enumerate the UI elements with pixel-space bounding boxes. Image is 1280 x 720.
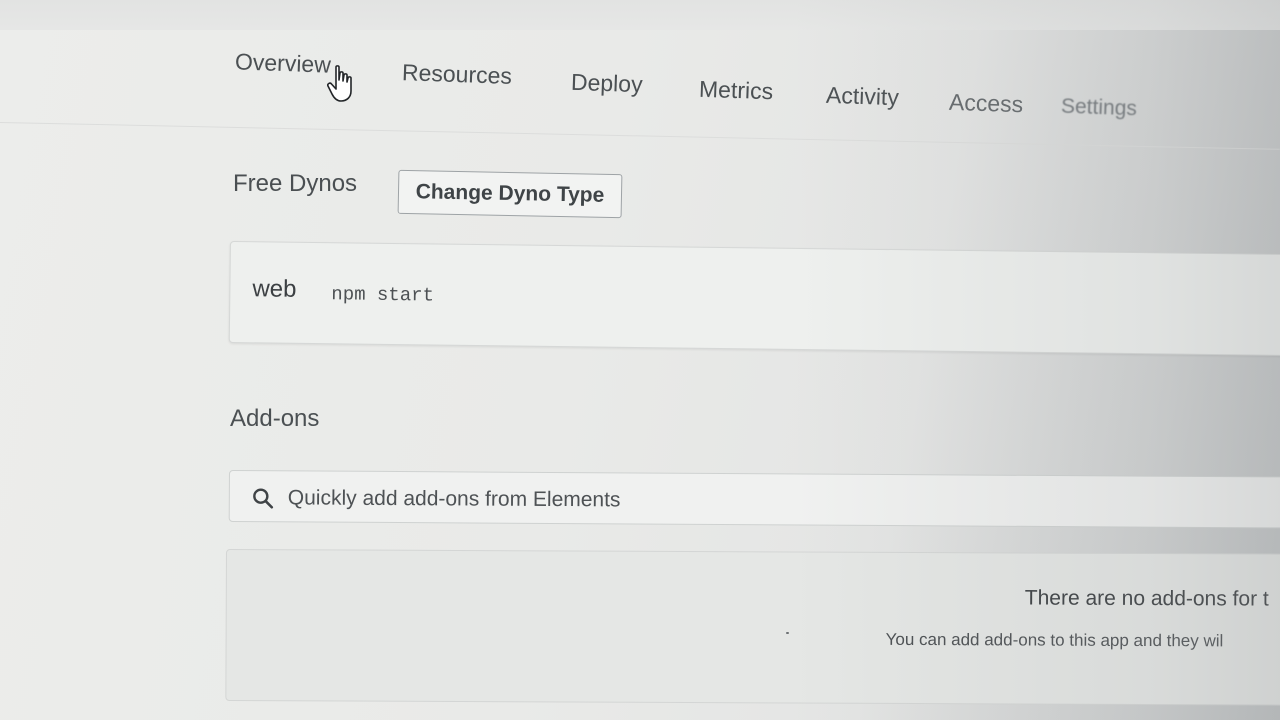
dynos-heading: Free Dynos (233, 170, 358, 197)
process-type: web (252, 275, 297, 303)
empty-state-subtitle: You can add add-ons to this app and they… (885, 629, 1224, 651)
hand-pointer-icon (327, 65, 352, 102)
tab-access[interactable]: Access (949, 89, 1024, 119)
app-nav-tabs: Overview Resources Deploy Metrics Activi… (0, 0, 1280, 150)
tab-settings[interactable]: Settings (1061, 95, 1138, 122)
dyno-process-card: web npm start (228, 241, 1280, 357)
addons-heading: Add-ons (230, 405, 320, 432)
change-dyno-type-button[interactable]: Change Dyno Type (397, 169, 623, 219)
screen-speck (786, 632, 789, 634)
addon-search-input[interactable] (285, 481, 1190, 521)
empty-state-title: There are no add-ons for t (1024, 586, 1269, 611)
tab-metrics[interactable]: Metrics (699, 76, 774, 106)
tab-activity[interactable]: Activity (826, 82, 900, 112)
tab-resources[interactable]: Resources (402, 59, 513, 90)
tabs-divider (0, 122, 1280, 150)
tab-deploy[interactable]: Deploy (571, 69, 643, 98)
process-command: npm start (331, 283, 435, 307)
search-icon (253, 488, 274, 509)
addons-empty-state: There are no add-ons for t You can add a… (225, 549, 1280, 706)
tab-overview[interactable]: Overview (235, 48, 332, 78)
app-screen: Overview Resources Deploy Metrics Activi… (0, 0, 1280, 720)
addon-search-box[interactable] (228, 470, 1280, 529)
